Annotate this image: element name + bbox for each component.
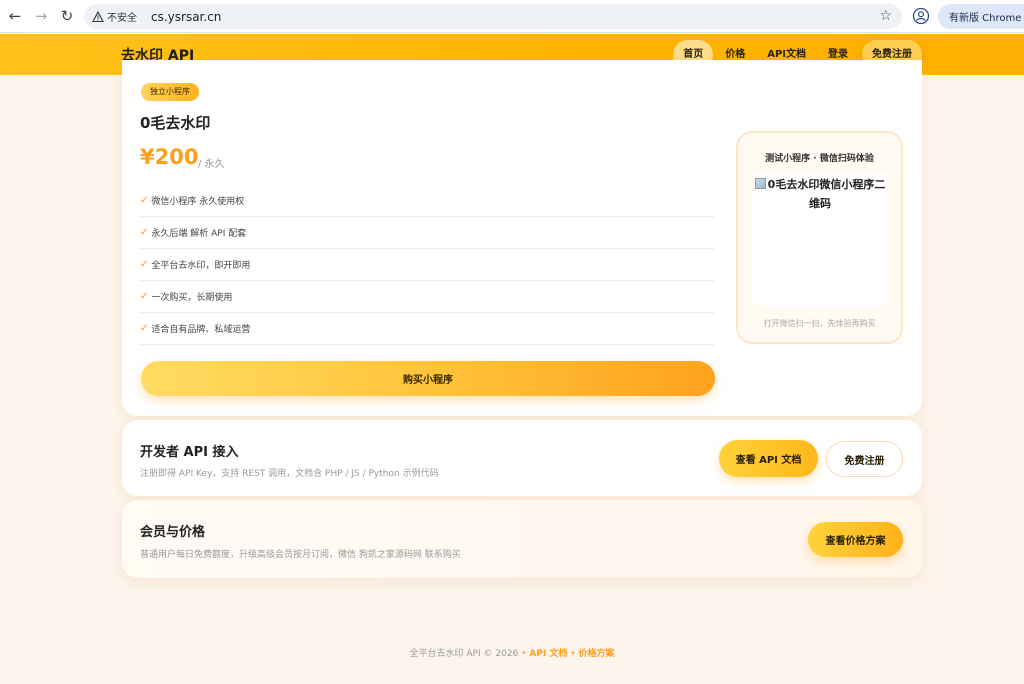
profile-icon[interactable] <box>912 7 930 25</box>
free-signup-button[interactable]: 免费注册 <box>826 441 903 477</box>
developer-subtitle: 注册即得 API Key，支持 REST 调用，文档含 PHP / JS / P… <box>140 469 439 479</box>
check-icon: ✓ <box>140 291 149 302</box>
browser-toolbar: ← → ↻ 不安全 cs.ysrsar.cn ☆ 有新版 Chrome 可用 <box>0 0 1024 33</box>
footer-pricing-link[interactable]: 价格方案 <box>578 649 614 659</box>
qr-alt-text: 0毛去水印微信小程序二维码 <box>767 178 886 210</box>
broken-image-icon <box>754 178 766 189</box>
buy-miniprogram-button[interactable]: 购买小程序 <box>141 361 715 396</box>
qr-hint: 打开微信扫一扫，先体验再购买 <box>763 319 876 328</box>
qr-panel: 测试小程序 · 微信扫码体验 0毛去水印微信小程序二维码 打开微信扫一扫，先体验… <box>736 131 903 344</box>
back-icon[interactable]: ← <box>4 5 26 27</box>
footer-separator: • <box>570 649 576 659</box>
address-bar[interactable]: 不安全 cs.ysrsar.cn ☆ <box>84 4 902 29</box>
check-icon: ✓ <box>140 259 149 270</box>
product-badge: 独立小程序 <box>141 83 199 101</box>
chrome-update-button[interactable]: 有新版 Chrome 可用 <box>938 4 1024 29</box>
membership-subtitle: 普通用户每日免费额度，升级高级会员按月订阅，微信 狗凯之家源码网 联系购买 <box>140 550 461 560</box>
url-text[interactable]: cs.ysrsar.cn <box>151 10 221 24</box>
view-api-docs-button[interactable]: 查看 API 文档 <box>719 440 818 477</box>
check-icon: ✓ <box>140 323 149 334</box>
security-label: 不安全 <box>107 13 137 24</box>
security-indicator[interactable]: 不安全 <box>92 9 137 24</box>
site-footer: 全平台去水印 API © 2026 • API 文档 • 价格方案 <box>0 646 1024 659</box>
product-price: ¥200 <box>140 145 199 169</box>
check-icon: ✓ <box>140 195 149 206</box>
reload-icon[interactable]: ↻ <box>56 5 78 27</box>
feature-item: ✓ 微信小程序 永久使用权 <box>140 185 715 217</box>
bookmark-star-icon[interactable]: ☆ <box>879 8 892 24</box>
qr-title: 测试小程序 · 微信扫码体验 <box>765 154 874 164</box>
check-icon: ✓ <box>140 227 149 238</box>
qr-code-image: 0毛去水印微信小程序二维码 <box>753 173 887 306</box>
feature-item: ✓ 一次购买，长期使用 <box>140 281 715 313</box>
feature-item: ✓ 永久后端 解析 API 配套 <box>140 217 715 249</box>
developer-title: 开发者 API 接入 <box>140 445 239 460</box>
forward-icon[interactable]: → <box>30 5 52 27</box>
product-title: 0毛去水印 <box>140 114 211 132</box>
membership-title: 会员与价格 <box>140 525 206 540</box>
footer-separator: • <box>521 649 527 659</box>
footer-api-docs-link[interactable]: API 文档 <box>529 649 567 659</box>
feature-list: ✓ 微信小程序 永久使用权 ✓ 永久后端 解析 API 配套 ✓ 全平台去水印，即开即… <box>140 185 715 345</box>
price-unit: / 永久 <box>198 159 225 170</box>
warning-icon <box>92 10 104 22</box>
feature-item: ✓ 全平台去水印，即开即用 <box>140 249 715 281</box>
footer-copyright: 全平台去水印 API © 2026 <box>409 649 519 659</box>
membership-card <box>122 500 922 578</box>
view-pricing-button[interactable]: 查看价格方案 <box>808 522 903 557</box>
feature-item: ✓ 适合自有品牌、私域运营 <box>140 313 715 345</box>
